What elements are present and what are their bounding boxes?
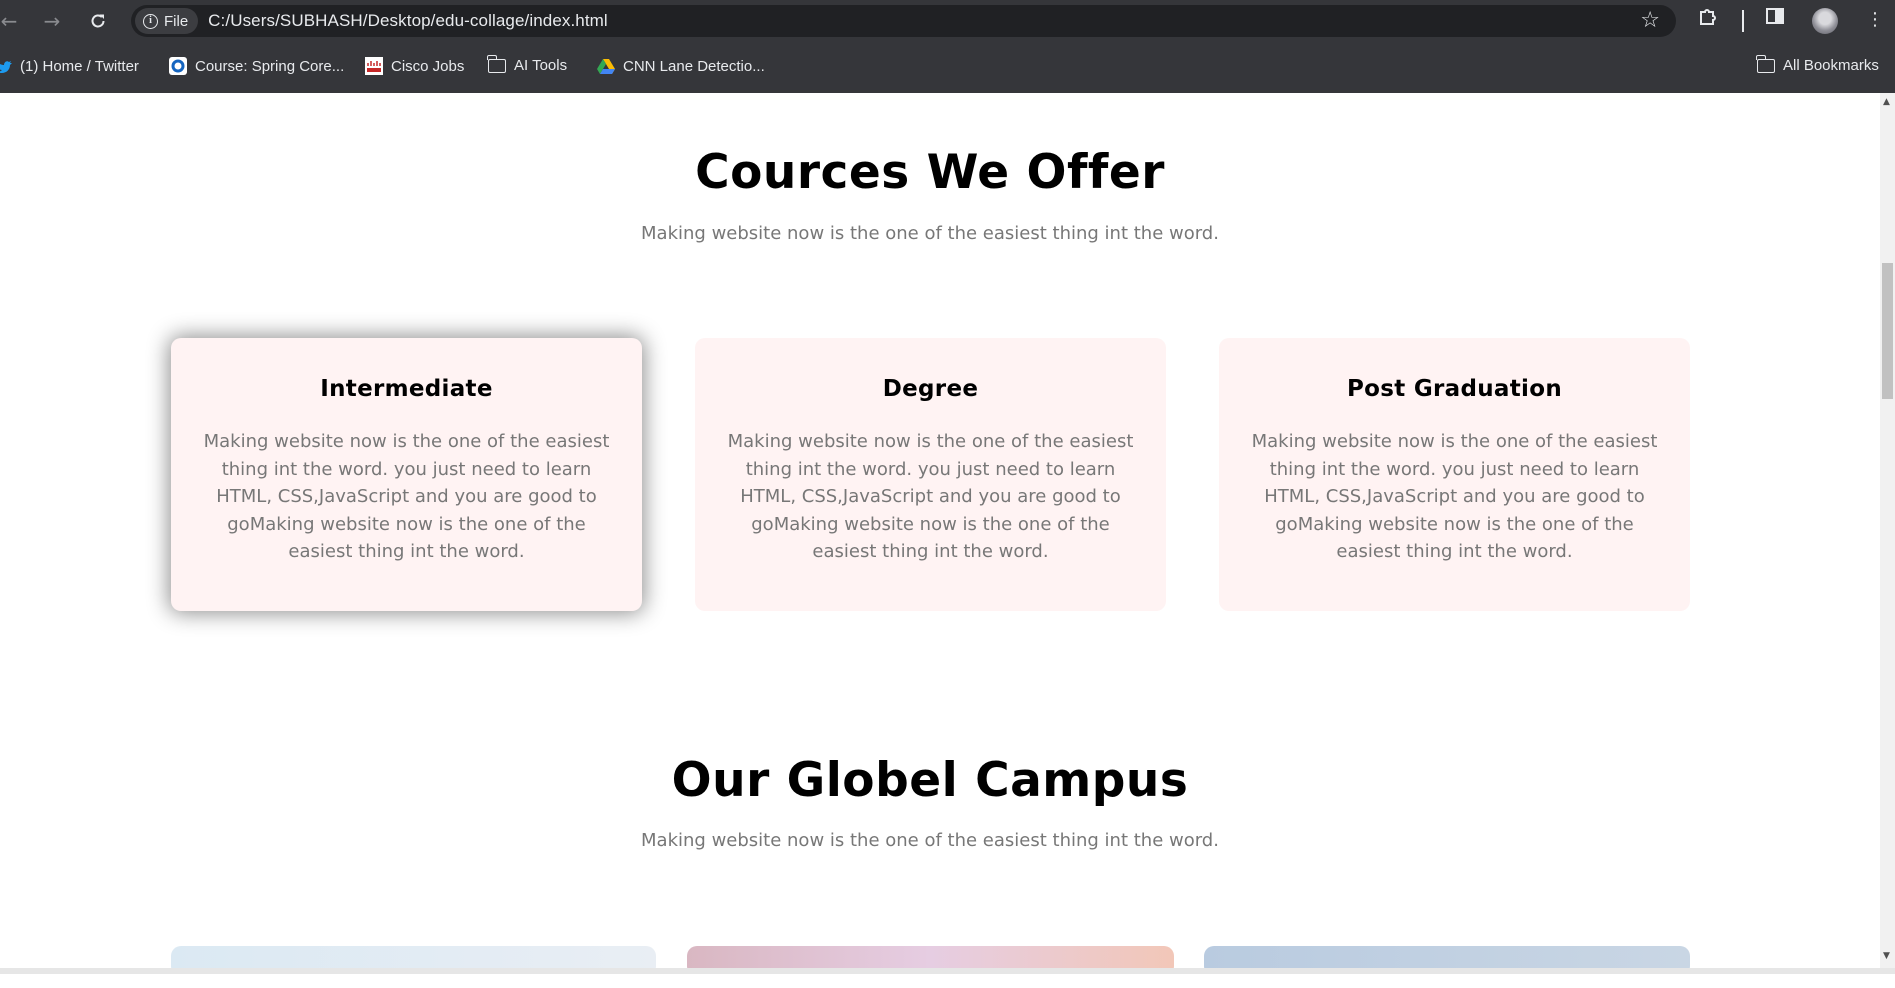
info-icon: i	[143, 13, 158, 29]
all-bookmarks-label: All Bookmarks	[1783, 57, 1879, 74]
twitter-icon	[0, 57, 12, 75]
campus-card-3[interactable]	[1204, 946, 1690, 968]
campus-title: Our Globel Campus	[671, 753, 1189, 808]
google-drive-icon	[597, 57, 615, 75]
bookmark-star-icon[interactable]: ☆	[1640, 8, 1660, 33]
course-card-degree[interactable]: Degree Making website now is the one of …	[695, 338, 1166, 611]
site-info-label: File	[164, 12, 189, 30]
all-bookmarks-button[interactable]: All Bookmarks	[1756, 54, 1879, 74]
course-site-icon	[169, 57, 187, 75]
bookmark-course[interactable]: Course: Spring Core...	[169, 57, 344, 75]
site-info-chip[interactable]: i File	[135, 8, 199, 34]
course-card-text: Making website now is the one of the eas…	[727, 431, 1134, 562]
bookmark-twitter[interactable]: (1) Home / Twitter	[0, 57, 139, 75]
bookmark-ai-tools[interactable]: AI Tools	[487, 54, 568, 74]
browser-toolbar: ← → i File C:/Users/SUBHASH/Desktop/edu-…	[0, 0, 1895, 42]
bookmark-label: Cisco Jobs	[391, 57, 465, 75]
bookmarks-bar: (1) Home / Twitter Course: Spring Core..…	[0, 42, 1895, 93]
window-bottom-edge	[0, 968, 1895, 988]
bookmark-cisco[interactable]: Cisco Jobs	[365, 57, 464, 75]
back-arrow-icon[interactable]: ←	[0, 6, 24, 36]
course-card-intermediate[interactable]: Intermediate Making website now is the o…	[171, 338, 642, 611]
courses-title: Cources We Offer	[695, 145, 1165, 200]
course-card-text: Making website now is the one of the eas…	[203, 431, 610, 562]
scroll-down-arrow-icon[interactable]: ▼	[1883, 951, 1890, 961]
profile-avatar[interactable]	[1812, 8, 1838, 34]
bookmark-cnn-lane[interactable]: CNN Lane Detectio...	[597, 57, 765, 75]
folder-icon	[487, 54, 506, 73]
side-panel-icon[interactable]	[1765, 6, 1785, 31]
scroll-thumb[interactable]	[1882, 263, 1893, 399]
campus-subtitle: Making website now is the one of the eas…	[641, 830, 1219, 851]
reload-icon[interactable]	[83, 6, 113, 36]
campus-card-1[interactable]	[171, 946, 656, 968]
extensions-icon[interactable]	[1697, 6, 1719, 33]
toolbar-divider	[1742, 10, 1744, 32]
bookmark-label: Course: Spring Core...	[195, 57, 345, 75]
course-card-title: Post Graduation	[1346, 376, 1562, 402]
menu-kebab-icon[interactable]: ⋮	[1866, 9, 1884, 30]
folder-icon	[1756, 54, 1775, 73]
forward-arrow-icon[interactable]: →	[37, 6, 67, 36]
courses-subtitle: Making website now is the one of the eas…	[641, 223, 1219, 244]
bookmark-label: AI Tools	[514, 57, 568, 74]
course-card-text: Making website now is the one of the eas…	[1251, 431, 1658, 562]
address-bar[interactable]: i File C:/Users/SUBHASH/Desktop/edu-coll…	[131, 5, 1676, 37]
scroll-up-arrow-icon[interactable]: ▲	[1883, 97, 1890, 107]
url-text[interactable]: C:/Users/SUBHASH/Desktop/edu-collage/ind…	[208, 11, 608, 31]
course-card-title: Intermediate	[320, 376, 493, 402]
course-card-post-graduation[interactable]: Post Graduation Making website now is th…	[1219, 338, 1690, 611]
course-card-title: Degree	[882, 376, 979, 402]
campus-card-2[interactable]	[687, 946, 1174, 968]
bookmark-label: (1) Home / Twitter	[20, 57, 139, 75]
vertical-scrollbar[interactable]: ▲ ▼	[1880, 93, 1895, 968]
bookmark-label: CNN Lane Detectio...	[623, 57, 765, 75]
page-viewport: Cources We Offer Making website now is t…	[0, 93, 1880, 968]
cisco-icon	[365, 57, 383, 75]
